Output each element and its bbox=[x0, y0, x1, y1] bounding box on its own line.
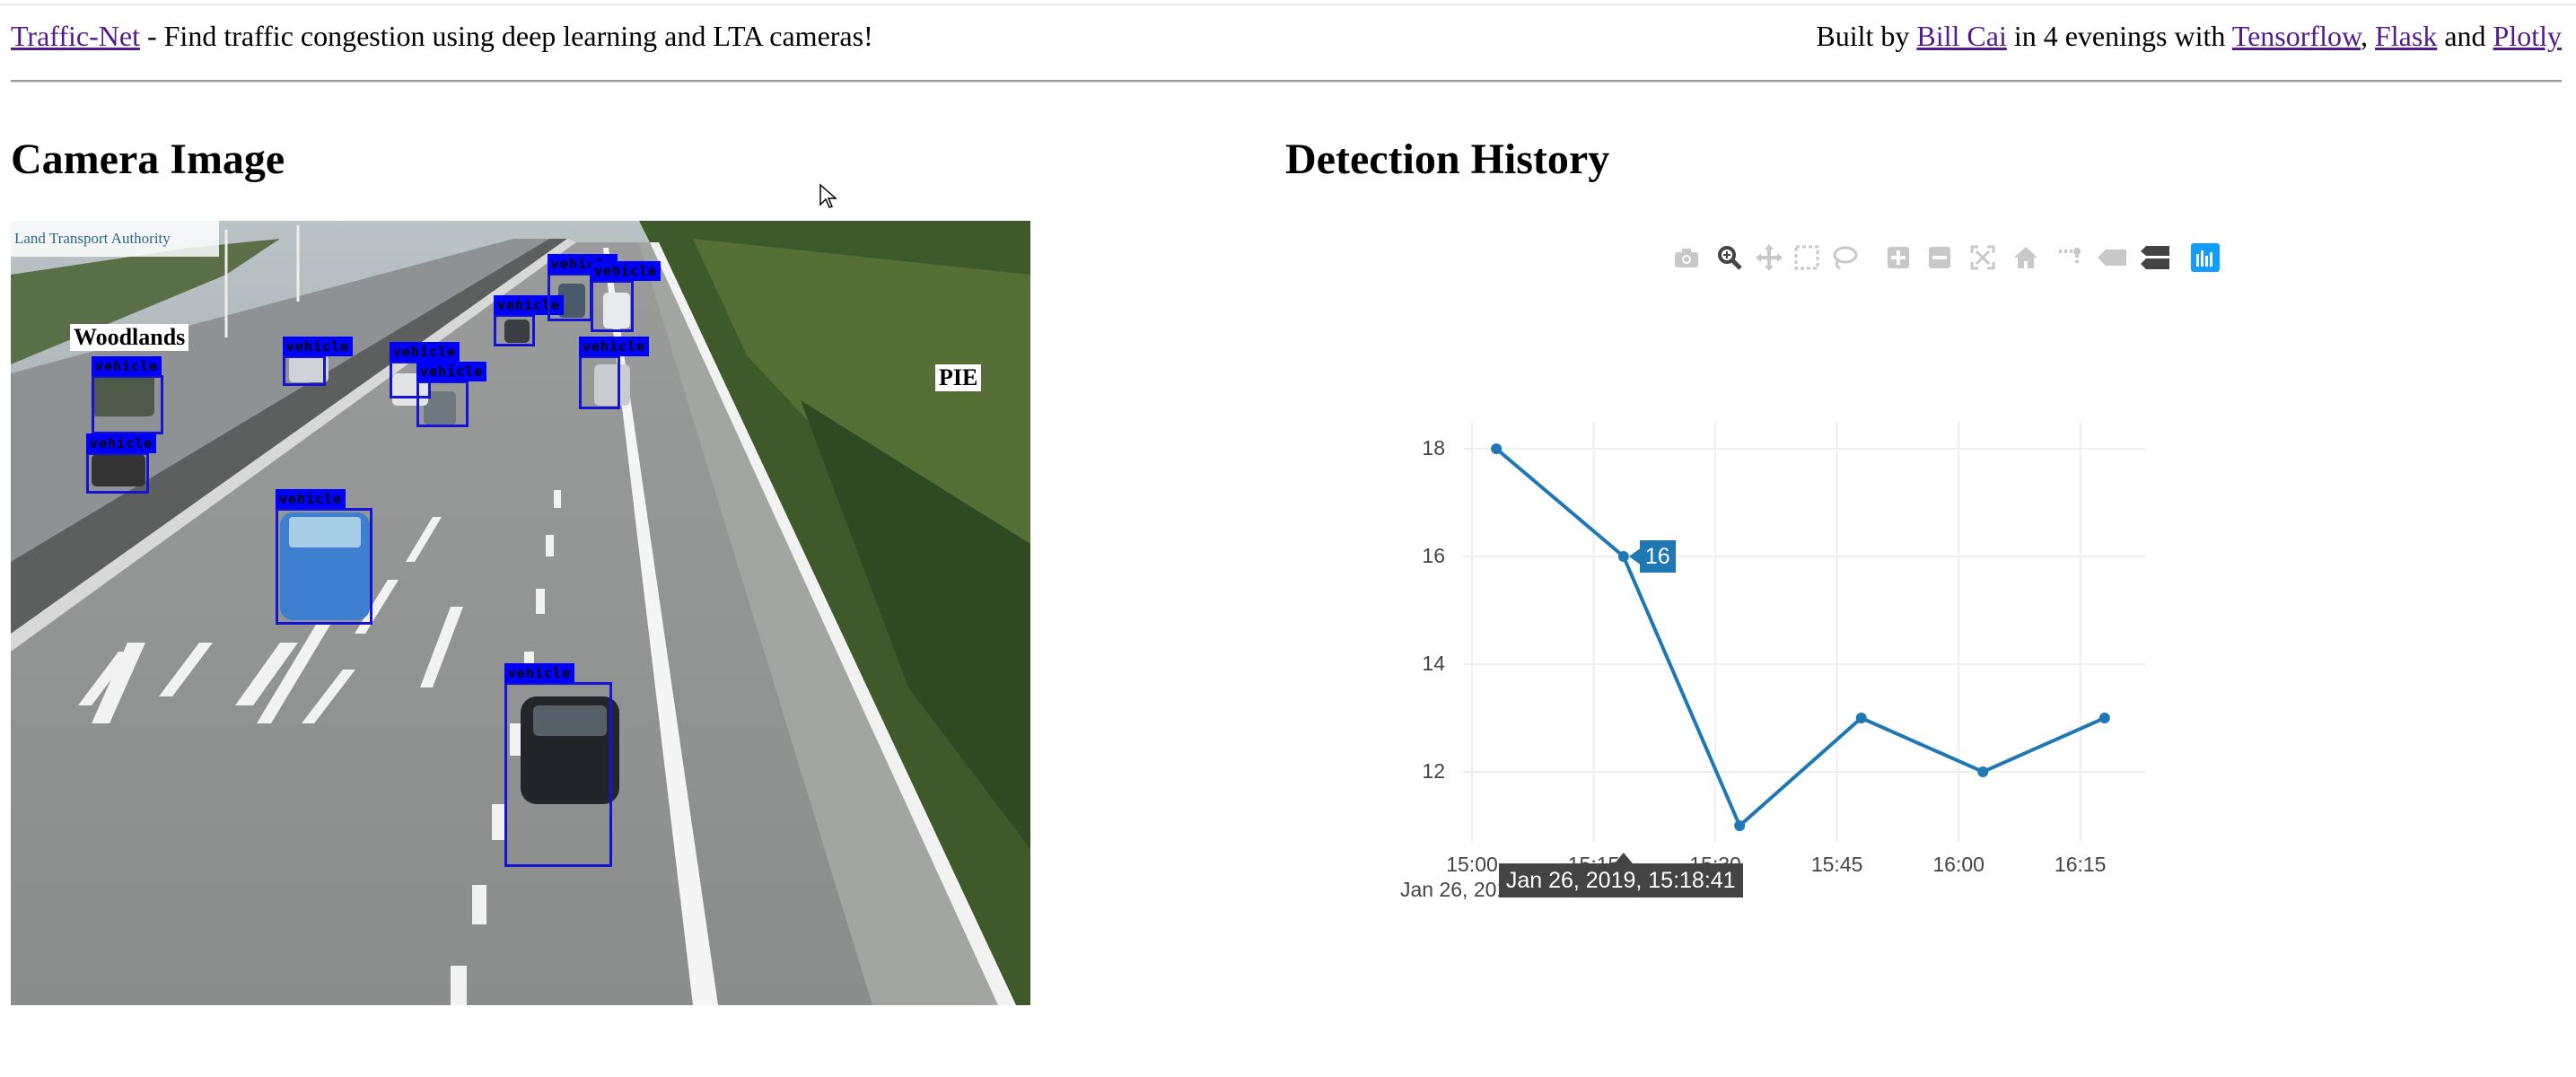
data-point bbox=[2098, 713, 2110, 723]
detection-label: vehicle bbox=[591, 261, 662, 281]
detection-label: vehicle bbox=[283, 337, 354, 356]
header-credits: Built by Bill Cai in 4 evenings with Ten… bbox=[1816, 16, 2562, 56]
y-tick-label: 14 bbox=[1422, 652, 1445, 675]
separator-and: and bbox=[2437, 20, 2493, 52]
zoom-in-icon[interactable] bbox=[1883, 242, 1914, 273]
box-select-icon[interactable] bbox=[1792, 242, 1822, 273]
hover-x-label: Jan 26, 2019, 15:18:41 bbox=[1498, 863, 1743, 898]
detection-box: vehicle bbox=[92, 356, 163, 434]
detection-box: vehicle bbox=[548, 254, 618, 321]
detection-label: vehicle bbox=[390, 342, 460, 362]
reset-axes-icon[interactable] bbox=[2011, 242, 2041, 273]
sign-pie: PIE bbox=[935, 364, 982, 391]
y-tick-label: 16 bbox=[1422, 544, 1445, 567]
line-chart[interactable] bbox=[1382, 386, 2172, 924]
detection-label: vehicle bbox=[504, 663, 575, 683]
author-link[interactable]: Bill Cai bbox=[1916, 20, 2006, 52]
autoscale-icon[interactable] bbox=[1967, 242, 1998, 273]
mouse-cursor-icon bbox=[819, 183, 837, 208]
y-tick-label: 18 bbox=[1422, 436, 1445, 460]
detection-history-plot[interactable]: 12141618 15:0015:1515:3015:4516:0016:15 … bbox=[1382, 386, 2172, 924]
hover-compare-icon[interactable] bbox=[2140, 242, 2170, 273]
camera-image-heading: Camera Image bbox=[11, 136, 285, 183]
series-line bbox=[1494, 447, 2106, 829]
sign-woodlands: Woodlands bbox=[70, 324, 189, 351]
data-point bbox=[1491, 443, 1503, 454]
data-point bbox=[1855, 713, 1867, 723]
header-left: Traffic-Net - Find traffic congestion us… bbox=[11, 16, 873, 56]
plotly-link[interactable]: Plotly bbox=[2493, 20, 2562, 52]
detection-history-heading: Detection History bbox=[1285, 136, 1610, 183]
detection-label: vehicle bbox=[416, 362, 487, 381]
header-divider bbox=[11, 80, 2562, 83]
detection-box: vehicle bbox=[283, 337, 354, 386]
detection-box: vehicle bbox=[416, 362, 487, 427]
page-header: Traffic-Net - Find traffic congestion us… bbox=[11, 16, 2562, 56]
zoom-out-icon[interactable] bbox=[1924, 242, 1955, 273]
data-point bbox=[1977, 766, 1989, 777]
x-tick-label: 16:15 bbox=[2054, 853, 2107, 876]
camera-image: Land Transport Authority Woodlands PIE v… bbox=[11, 221, 1030, 1005]
gridlines bbox=[1463, 422, 2145, 842]
tensorflow-link[interactable]: Tensorflow bbox=[2232, 20, 2361, 52]
pan-icon[interactable] bbox=[1754, 242, 1784, 273]
detection-box: vehicle bbox=[591, 261, 662, 332]
detection-label: vehicle bbox=[86, 433, 157, 453]
top-border bbox=[0, 4, 2576, 5]
built-by-text: Built by bbox=[1816, 20, 1917, 52]
x-tick-label: 15:45 bbox=[1810, 853, 1863, 876]
detection-label: vehicle bbox=[579, 337, 650, 356]
camera-icon[interactable] bbox=[1671, 242, 1702, 273]
separator-comma: , bbox=[2360, 20, 2375, 52]
spike-lines-icon[interactable] bbox=[2054, 242, 2084, 273]
data-point bbox=[1734, 820, 1746, 831]
detection-box: vehicle bbox=[494, 295, 565, 346]
data-point bbox=[1617, 551, 1629, 562]
lasso-select-icon[interactable] bbox=[1829, 242, 1860, 273]
flask-link[interactable]: Flask bbox=[2375, 20, 2437, 52]
detection-box: vehicle bbox=[504, 663, 612, 867]
detection-box: vehicle bbox=[276, 489, 372, 625]
x-tick-label: 16:00 bbox=[1932, 853, 1985, 876]
lta-logo-text: Land Transport Authority bbox=[14, 230, 171, 247]
y-tick-label: 12 bbox=[1422, 759, 1445, 783]
plotly-logo-icon[interactable] bbox=[2190, 242, 2221, 273]
hover-value-label: 16 bbox=[1639, 540, 1676, 573]
app-title-link[interactable]: Traffic-Net bbox=[11, 20, 140, 52]
tagline: - Find traffic congestion using deep lea… bbox=[139, 20, 873, 52]
lta-logo: Land Transport Authority bbox=[11, 221, 219, 257]
detection-label: vehicle bbox=[276, 489, 346, 509]
detection-box: vehicle bbox=[579, 337, 650, 409]
built-mid-text: in 4 evenings with bbox=[2006, 20, 2232, 52]
detection-label: vehicle bbox=[92, 356, 162, 376]
zoom-icon[interactable] bbox=[1714, 242, 1745, 273]
hover-closest-icon[interactable] bbox=[2097, 242, 2127, 273]
detection-box: vehicle bbox=[86, 433, 157, 494]
